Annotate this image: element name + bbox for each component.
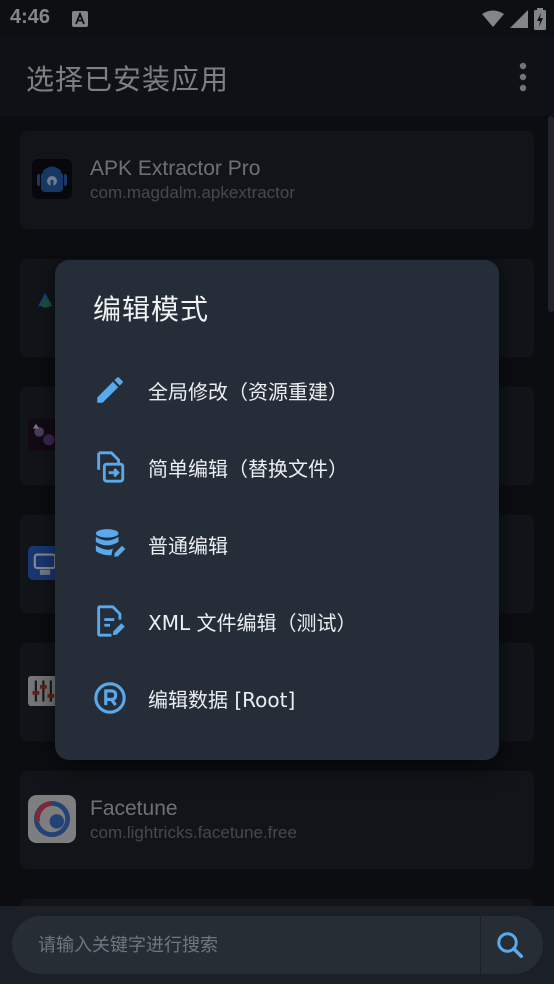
option-global-modify[interactable]: 全局修改（资源重建） [55,355,499,425]
search-button[interactable] [480,916,543,974]
edit-mode-dialog: 编辑模式 全局修改（资源重建） 简单编辑（替换文件） 普通编辑 XML 文件编辑… [55,260,499,760]
file-edit-icon [97,605,125,637]
option-label: 普通编辑 [148,534,228,558]
option-label: XML 文件编辑（测试） [148,611,357,635]
option-simple-edit[interactable]: 简单编辑（替换文件） [55,432,499,502]
search-bar [0,906,554,984]
database-edit-icon [95,529,126,557]
option-edit-data-root[interactable]: 编辑数据 [Root] [55,663,499,733]
registered-icon [94,682,126,714]
option-label: 简单编辑（替换文件） [148,457,348,481]
option-label: 全局修改（资源重建） [148,380,348,404]
option-label: 编辑数据 [Root] [148,688,296,712]
file-replace-icon [97,451,125,483]
option-normal-edit[interactable]: 普通编辑 [55,509,499,579]
dialog-title: 编辑模式 [93,293,210,326]
search-input[interactable] [12,916,480,974]
search-icon [497,932,523,958]
pencil-icon [97,377,123,403]
option-xml-edit[interactable]: XML 文件编辑（测试） [55,586,499,656]
